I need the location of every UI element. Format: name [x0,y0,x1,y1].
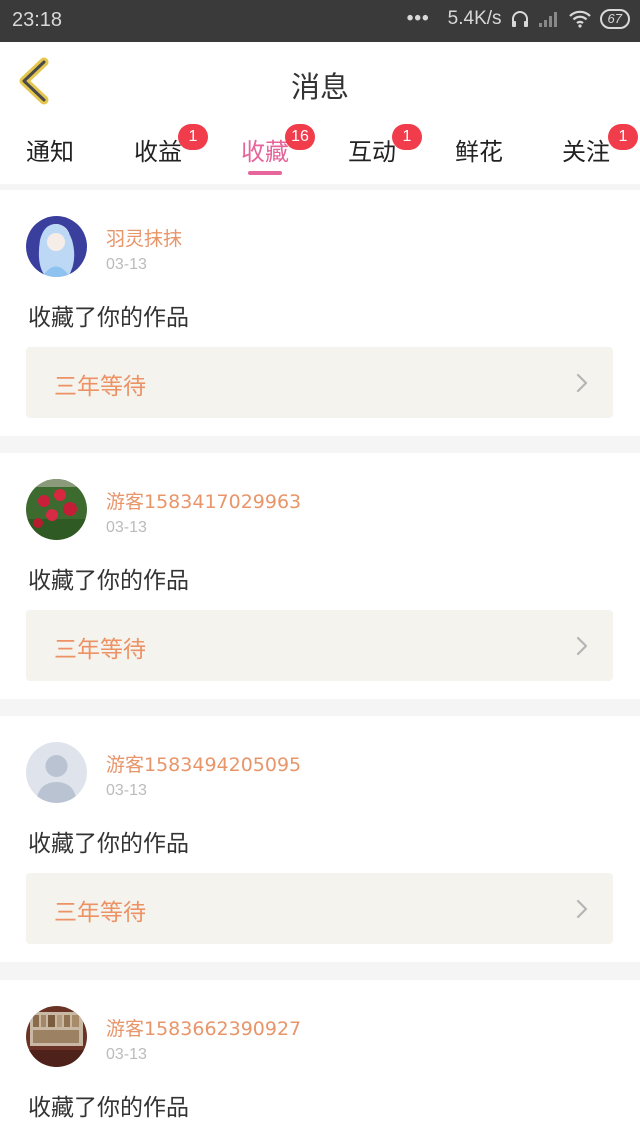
headphones-icon [511,11,528,27]
tab-label: 收藏 [241,138,289,166]
network-speed: 5.4K/s [447,8,502,29]
avatar[interactable] [26,479,87,540]
status-dots: ••• [406,8,430,29]
activity-text: 收藏了你的作品 [28,831,189,857]
tab-label: 关注 [562,138,610,166]
rose-garden-avatar-icon [26,479,87,540]
tab-interactions[interactable]: 互动 1 [348,124,422,167]
tab-follows[interactable]: 关注 1 [562,124,638,167]
unread-badge: 1 [178,124,208,150]
unread-badge: 16 [285,124,315,150]
page-title: 消息 [290,70,349,104]
tab-label: 互动 [348,138,396,166]
tab-label: 通知 [26,138,74,166]
tab-favorites[interactable]: 收藏 16 [241,124,315,175]
chevron-right-icon [576,899,588,919]
status-icons: ••• 5.4K/s 67 [407,8,630,30]
chevron-right-icon [576,373,588,393]
work-title: 三年等待 [54,374,146,400]
list-item: 游客1583494205095 03-13 收藏了你的作品 三年等待 [0,716,640,962]
unread-badge: 1 [392,124,422,150]
list-item: 游客1583417029963 03-13 收藏了你的作品 三年等待 [0,453,640,699]
status-bar: 23:18 ••• 5.4K/s 67 [0,0,640,42]
anime-girl-avatar-icon [26,216,87,277]
tab-label: 收益 [134,138,182,166]
work-title: 三年等待 [54,900,146,926]
header: 消息 [0,42,640,121]
username[interactable]: 游客1583662390927 [106,1014,301,1041]
work-link[interactable]: 三年等待 [26,610,613,681]
work-title: 三年等待 [54,637,146,663]
list-item: 游客1583662390927 03-13 收藏了你的作品 [0,980,640,1138]
timestamp: 03-13 [106,1046,147,1063]
status-time: 23:18 [12,9,63,31]
chevron-right-icon [576,636,588,656]
tab-bar: 通知 收益 1 收藏 16 互动 1 鲜花 关注 1 [0,120,640,184]
avatar[interactable] [26,216,87,277]
username[interactable]: 游客1583494205095 [106,750,301,777]
work-link[interactable]: 三年等待 [26,347,613,418]
signal-icon [538,12,557,27]
activity-text: 收藏了你的作品 [28,568,189,594]
timestamp: 03-13 [106,782,147,799]
wifi-icon [568,10,591,28]
activity-text: 收藏了你的作品 [28,1095,189,1121]
unread-badge: 1 [608,124,638,150]
active-tab-indicator [248,171,282,175]
work-link[interactable]: 三年等待 [26,873,613,944]
battery-indicator: 67 [599,9,630,29]
timestamp: 03-13 [106,519,147,536]
username[interactable]: 羽灵抹抹 [106,224,182,251]
avatar[interactable] [26,742,87,803]
timestamp: 03-13 [106,256,147,273]
default-user-avatar-icon [26,742,87,803]
tab-earnings[interactable]: 收益 1 [134,124,208,167]
tab-label: 鲜花 [455,138,503,166]
tab-flowers[interactable]: 鲜花 [455,132,503,167]
username[interactable]: 游客1583417029963 [106,487,301,514]
avatar[interactable] [26,1006,87,1067]
bookshelf-avatar-icon [26,1006,87,1067]
list-item: 羽灵抹抹 03-13 收藏了你的作品 三年等待 [0,190,640,436]
activity-text: 收藏了你的作品 [28,305,189,331]
tab-notifications[interactable]: 通知 [26,132,74,167]
